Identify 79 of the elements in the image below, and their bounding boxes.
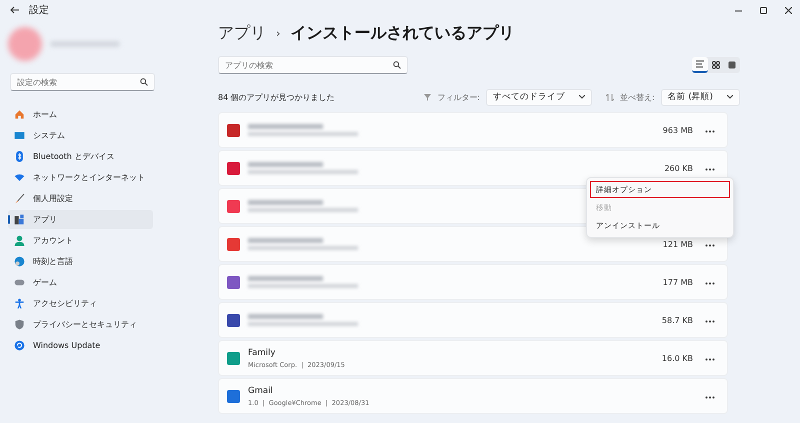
close-icon[interactable] — [785, 6, 792, 14]
app-size: 177 MB — [662, 278, 693, 286]
update-icon — [14, 340, 25, 351]
app-size: 58.7 KB — [662, 316, 693, 324]
sidebar-label: Windows Update — [33, 341, 100, 350]
sort-icon — [606, 94, 614, 100]
tile-icon — [728, 61, 736, 69]
sidebar-item[interactable]: アカウント — [8, 231, 153, 250]
bluetooth-icon — [14, 151, 25, 162]
app-size: 260 KB — [664, 164, 693, 172]
filter-label: フィルター: — [437, 92, 480, 102]
sidebar-item[interactable]: Windows Update — [8, 336, 153, 355]
sidebar-item[interactable]: システム — [8, 126, 153, 145]
sidebar-label: ホーム — [33, 109, 57, 120]
house-icon — [14, 109, 25, 120]
result-count: 84 個のアプリが見つかりました — [218, 92, 335, 102]
sidebar-item[interactable]: Bluetooth とデバイス — [8, 147, 153, 166]
search-icon[interactable] — [140, 78, 148, 86]
list-view-button[interactable] — [692, 57, 708, 73]
sidebar-item[interactable]: ゲーム — [8, 273, 153, 292]
sidebar-label: Bluetooth とデバイス — [33, 151, 114, 162]
brush-icon — [14, 193, 25, 204]
app-name: Family — [248, 348, 276, 358]
sidebar-label: ゲーム — [33, 277, 57, 288]
app-search-field[interactable]: アプリの検索 — [218, 56, 408, 74]
filter-dropdown[interactable]: すべてのドライブ — [486, 88, 592, 106]
sidebar-item[interactable]: 時刻と言語 — [8, 252, 153, 271]
sidebar-label: アカウント — [33, 235, 73, 246]
sidebar-label: アプリ — [33, 214, 57, 225]
search-field[interactable]: 設定の検索 — [10, 73, 155, 91]
person-icon — [14, 235, 25, 246]
sidebar-item[interactable]: アクセシビリティ — [8, 294, 153, 313]
wifi-icon — [14, 172, 25, 183]
globe-icon — [14, 256, 25, 267]
app-name: Gmail — [248, 386, 274, 396]
sidebar-label: プライバシーとセキュリティ — [33, 319, 137, 330]
app-size: 121 MB — [662, 240, 693, 248]
ellipsis-icon — [705, 168, 715, 170]
monitor-icon — [14, 130, 25, 141]
ellipsis-icon — [705, 282, 715, 284]
chevron-icon — [578, 95, 585, 99]
sidebar-item[interactable]: 個人用設定 — [8, 189, 153, 208]
list-icon — [696, 60, 704, 68]
sidebar-item[interactable]: ネットワークとインターネット — [8, 168, 153, 187]
app-row[interactable]: 963 MB — [218, 112, 728, 148]
back-icon[interactable] — [10, 6, 19, 14]
breadcrumb-separator: › — [276, 26, 280, 40]
chevron-icon — [727, 95, 733, 99]
sort-dropdown[interactable]: 名前 (昇順) — [660, 88, 740, 106]
sort-label: 並べ替え: — [620, 92, 655, 102]
ellipsis-icon — [705, 358, 715, 360]
sidebar-label: システム — [33, 130, 65, 141]
apps-icon — [14, 214, 25, 225]
app-row[interactable]: 260 KB — [218, 150, 728, 186]
sidebar-label: 個人用設定 — [33, 193, 73, 204]
maximize-icon[interactable] — [760, 6, 767, 14]
ellipsis-icon — [705, 130, 715, 132]
sidebar-label: 時刻と言語 — [33, 256, 73, 267]
window-title: 設定 — [29, 4, 49, 17]
search-icon[interactable] — [393, 61, 401, 69]
gamepad-icon — [14, 277, 25, 288]
app-size: 16.0 KB — [662, 354, 693, 362]
sidebar-label: ネットワークとインターネット — [33, 172, 145, 183]
ellipsis-icon — [705, 396, 715, 398]
breadcrumb-link[interactable]: アプリ — [218, 22, 266, 44]
accessibility-icon — [14, 298, 25, 309]
shield-icon — [14, 319, 25, 330]
sidebar-label: アクセシビリティ — [33, 298, 97, 309]
page-title: インストールされているアプリ — [290, 22, 514, 44]
sidebar-item[interactable]: アプリ — [8, 210, 153, 229]
ellipsis-icon — [705, 244, 715, 246]
app-row[interactable]: 58.7 KB — [218, 302, 728, 338]
filter-icon — [424, 94, 432, 100]
grid-icon — [712, 61, 720, 69]
sidebar-item[interactable]: プライバシーとセキュリティ — [8, 315, 153, 334]
app-size: 963 MB — [662, 126, 693, 134]
sidebar-item[interactable]: ホーム — [8, 105, 153, 124]
app-row[interactable]: 177 MB — [218, 264, 728, 300]
ellipsis-icon — [705, 320, 715, 322]
